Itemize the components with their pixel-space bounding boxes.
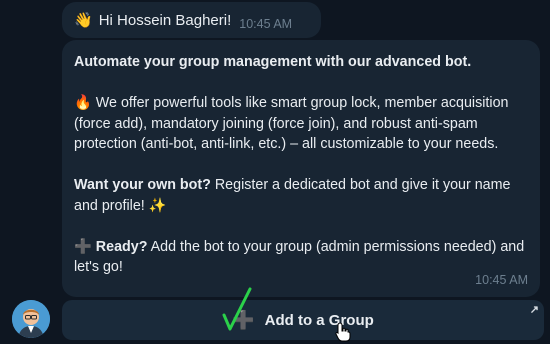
own-bot-heading: Want your own bot? xyxy=(74,177,211,193)
greeting-timestamp: 10:45 AM xyxy=(239,17,293,31)
message-headline: Automate your group management with our … xyxy=(74,54,472,70)
avatar-illustration xyxy=(12,300,50,338)
bot-avatar[interactable] xyxy=(12,300,50,338)
features-text: We offer powerful tools like smart group… xyxy=(74,95,509,152)
hand-pointer-cursor-icon xyxy=(335,322,351,342)
greeting-message-bubble: 👋 Hi Hossein Bagheri! 10:45 AM xyxy=(62,2,321,38)
message-timestamp: 10:45 AM xyxy=(475,272,528,287)
fire-emoji: 🔥 xyxy=(74,95,92,111)
external-link-icon: ↗ xyxy=(529,304,539,316)
checkmark-icon xyxy=(222,287,252,331)
add-to-group-button[interactable]: ➕ Add to a Group ↗ xyxy=(62,300,544,340)
waving-hand-emoji: 👋 xyxy=(74,12,93,29)
bot-message-bubble: Automate your group management with our … xyxy=(62,40,540,297)
sparkles-emoji: ✨ xyxy=(148,197,167,214)
add-to-group-label: Add to a Group xyxy=(264,311,374,329)
plus-emoji: ➕ xyxy=(74,238,92,255)
greeting-text: Hi Hossein Bagheri! xyxy=(98,12,232,29)
ready-heading: Ready? xyxy=(95,238,148,255)
